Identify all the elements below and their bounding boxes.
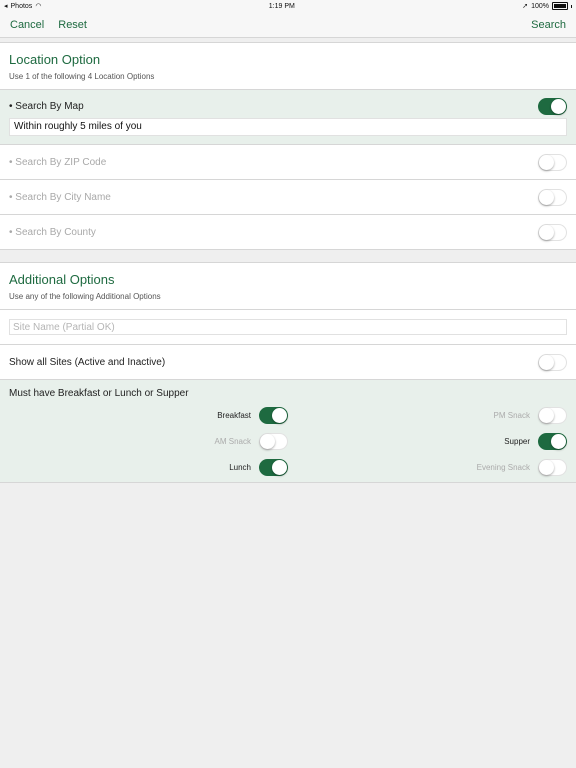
toggle-knob	[539, 408, 554, 423]
toggle-knob	[272, 460, 287, 475]
location-arrow-icon: ➚	[522, 3, 529, 10]
meal-supper[interactable]: Supper	[288, 433, 567, 450]
show-all-sites-label: Show all Sites (Active and Inactive)	[9, 356, 166, 368]
battery-icon	[552, 2, 568, 10]
meal-am-snack[interactable]: AM Snack	[9, 433, 288, 450]
status-time: 1:19 PM	[268, 2, 295, 10]
section-gap	[0, 250, 576, 263]
location-title: Location Option	[9, 52, 101, 67]
meal-lunch[interactable]: Lunch	[9, 459, 288, 476]
meal-lunch-toggle[interactable]	[259, 459, 288, 476]
toggle-knob	[539, 154, 554, 170]
meal-label: Lunch	[229, 463, 251, 472]
toggle-knob	[539, 354, 554, 370]
meal-evening-snack[interactable]: Evening Snack	[288, 459, 567, 476]
search-by-county-label: • Search By County	[9, 226, 96, 238]
toggle-knob	[551, 434, 566, 449]
meal-grid: Breakfast PM Snack AM Snack Supper Lunch…	[9, 407, 567, 476]
additional-subtitle: Use any of the following Additional Opti…	[9, 292, 161, 301]
site-name-input[interactable]	[9, 319, 567, 335]
location-header: Location Option Use 1 of the following 4…	[0, 43, 576, 90]
search-by-zip-row[interactable]: • Search By ZIP Code	[0, 145, 576, 180]
meal-am-snack-toggle[interactable]	[259, 433, 288, 450]
search-by-county-row[interactable]: • Search By County	[0, 215, 576, 250]
back-arrow-icon[interactable]: ◂	[4, 2, 8, 10]
meal-supper-toggle[interactable]	[538, 433, 567, 450]
show-all-sites-row[interactable]: Show all Sites (Active and Inactive)	[0, 345, 576, 380]
status-bar: ◂ Photos ◠ 1:19 PM ➚ 100%	[0, 0, 576, 12]
search-by-map-toggle[interactable]	[538, 98, 567, 115]
toggle-knob	[272, 408, 287, 423]
meals-title: Must have Breakfast or Lunch or Supper	[9, 388, 189, 399]
status-app[interactable]: Photos	[11, 3, 33, 10]
search-by-county-toggle[interactable]	[538, 223, 567, 241]
search-by-city-label: • Search By City Name	[9, 191, 111, 203]
search-by-city-row[interactable]: • Search By City Name	[0, 180, 576, 215]
additional-header: Additional Options Use any of the follow…	[0, 263, 576, 310]
meal-label: Supper	[504, 437, 530, 446]
cancel-button[interactable]: Cancel	[10, 19, 44, 31]
toggle-knob	[260, 434, 275, 449]
search-button[interactable]: Search	[531, 19, 566, 31]
battery-tip	[571, 4, 572, 8]
location-subtitle: Use 1 of the following 4 Location Option…	[9, 72, 155, 81]
meal-breakfast-toggle[interactable]	[259, 407, 288, 424]
nav-bar: Cancel Reset Search	[0, 12, 576, 38]
toggle-knob	[539, 189, 554, 205]
meal-label: Breakfast	[217, 411, 251, 420]
show-all-sites-toggle[interactable]	[538, 353, 567, 371]
search-by-map-block: • Search By Map Within roughly 5 miles o…	[0, 90, 576, 145]
battery-percent: 100%	[531, 2, 549, 10]
meal-breakfast[interactable]: Breakfast	[9, 407, 288, 424]
search-by-zip-label: • Search By ZIP Code	[9, 156, 107, 168]
meal-label: AM Snack	[214, 437, 251, 446]
toggle-knob	[539, 224, 554, 240]
meal-pm-snack-toggle[interactable]	[538, 407, 567, 424]
search-by-map-label: • Search By Map	[9, 101, 84, 112]
search-by-zip-toggle[interactable]	[538, 153, 567, 171]
search-by-city-toggle[interactable]	[538, 188, 567, 206]
site-name-row	[0, 310, 576, 345]
toggle-knob	[551, 99, 566, 114]
reset-button[interactable]: Reset	[58, 19, 87, 31]
meal-pm-snack[interactable]: PM Snack	[288, 407, 567, 424]
toggle-knob	[539, 460, 554, 475]
meals-block: Must have Breakfast or Lunch or Supper B…	[0, 380, 576, 483]
meal-label: Evening Snack	[476, 463, 530, 472]
wifi-icon: ◠	[35, 3, 42, 10]
meal-label: PM Snack	[493, 411, 530, 420]
meal-evening-snack-toggle[interactable]	[538, 459, 567, 476]
additional-title: Additional Options	[9, 272, 115, 287]
map-radius-value[interactable]: Within roughly 5 miles of you	[9, 118, 567, 136]
